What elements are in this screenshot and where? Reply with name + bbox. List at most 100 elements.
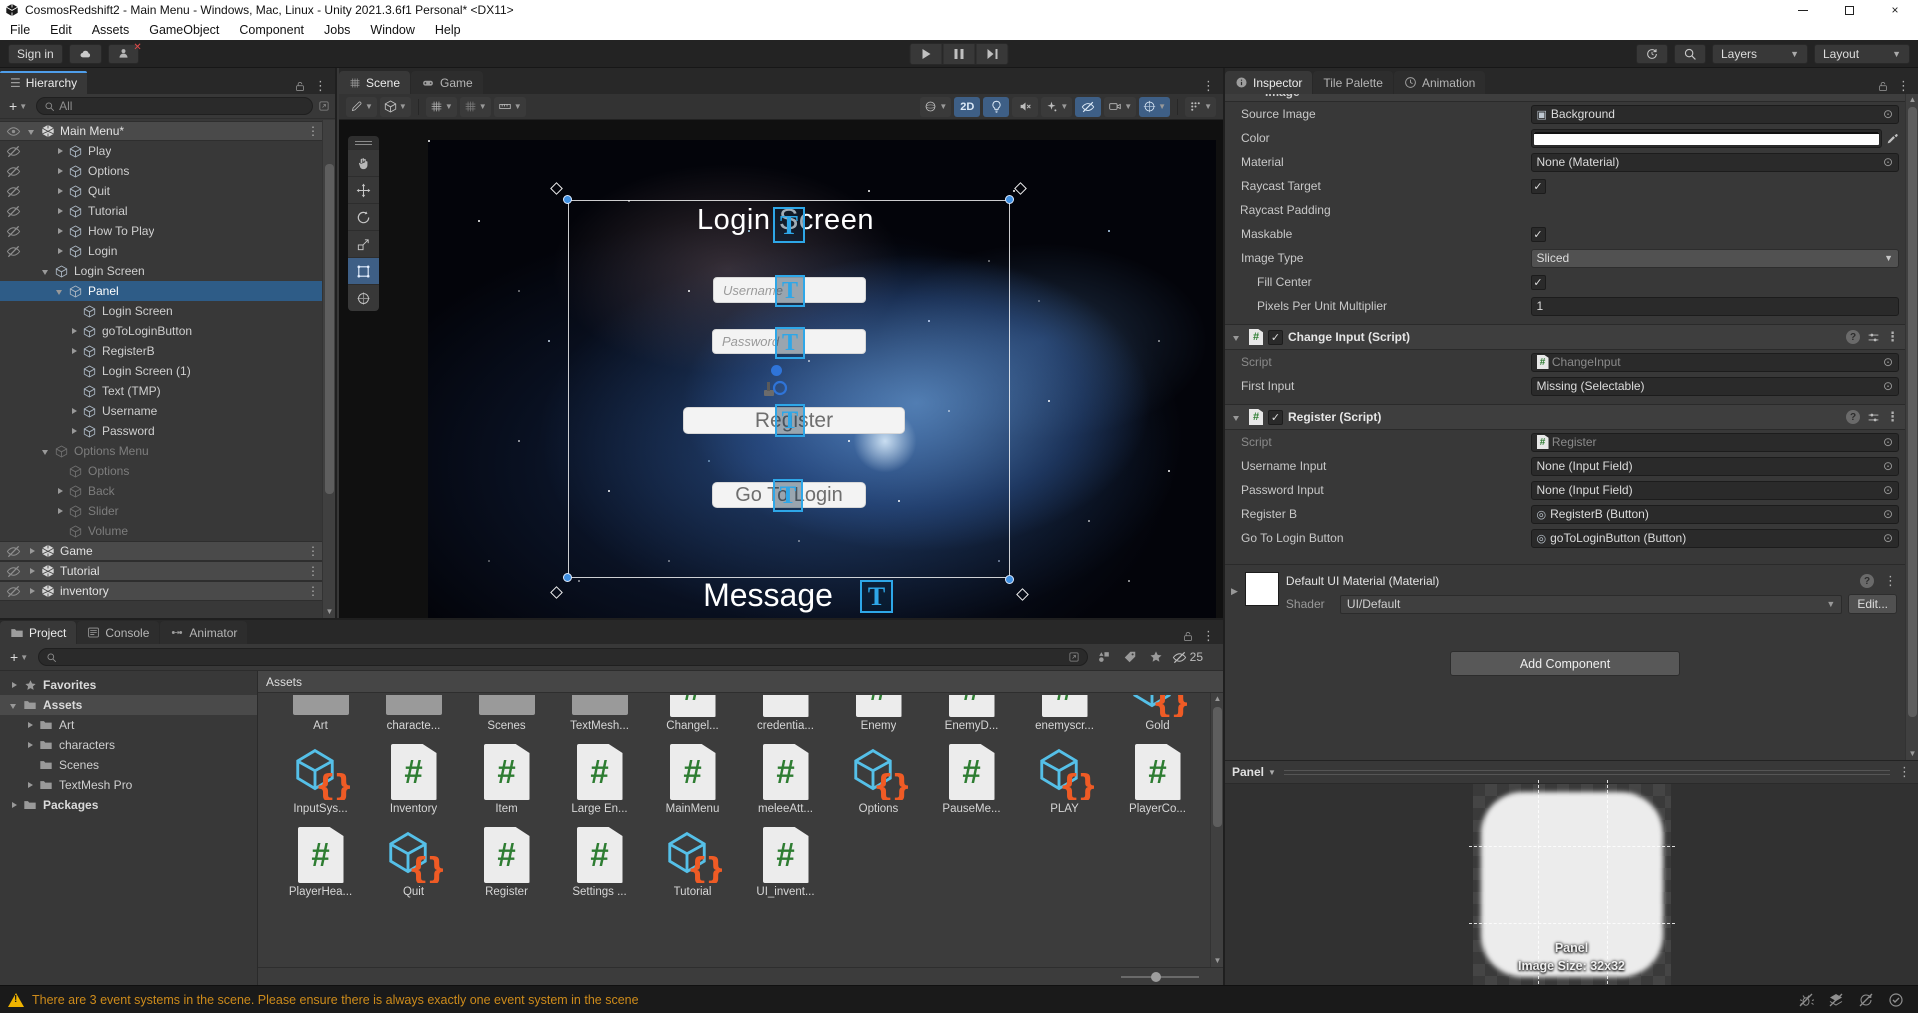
asset-item-large-en[interactable]: # Large En...	[553, 742, 646, 815]
project-search-input[interactable]	[38, 648, 1088, 666]
object-field[interactable]: # ChangeInput ⊙	[1530, 352, 1899, 372]
asset-item-settings[interactable]: # Settings ...	[553, 825, 646, 898]
kebab-menu-icon[interactable]: ⋮	[1202, 78, 1215, 94]
foldout-arrow[interactable]	[8, 699, 21, 712]
component-header[interactable]: # ✓ Change Input (Script) ? ⋮	[1225, 325, 1905, 350]
hierarchy-item-slider[interactable]: Slider	[0, 501, 335, 521]
cloud-button[interactable]	[68, 43, 102, 64]
foldout-arrow[interactable]	[8, 799, 21, 812]
kebab-menu-icon[interactable]: ⋮	[1898, 764, 1911, 780]
asset-item-options[interactable]: {} Options	[832, 742, 925, 815]
project-tree-item-art[interactable]: Art	[0, 715, 257, 735]
rotate-handle-icon[interactable]	[1016, 588, 1029, 601]
asset-item-play[interactable]: {} PLAY	[1018, 742, 1111, 815]
maximize-button[interactable]	[1826, 0, 1872, 20]
asset-item-meleeatt[interactable]: # meleeAtt...	[739, 742, 832, 815]
menu-help[interactable]: Help	[425, 23, 471, 37]
grid-snap-dropdown[interactable]: ▼	[459, 96, 491, 117]
snap-increment-dropdown[interactable]: ▼	[493, 96, 526, 117]
shader-dropdown[interactable]: UI/Default ▼	[1339, 594, 1843, 614]
object-picker-icon[interactable]: ⊙	[1883, 107, 1893, 121]
object-field[interactable]: Missing (Selectable) ⊙	[1530, 376, 1899, 396]
kebab-menu-icon[interactable]: ⋮	[307, 584, 319, 598]
sign-in-button[interactable]: Sign in	[8, 43, 63, 64]
menu-gameobject[interactable]: GameObject	[139, 23, 229, 37]
draw-mode-dropdown[interactable]: ▼	[346, 96, 377, 117]
menu-edit[interactable]: Edit	[40, 23, 82, 37]
component-header[interactable]: # ✓ Register (Script) ? ⋮	[1225, 405, 1905, 430]
search-by-label-icon[interactable]	[1120, 650, 1140, 664]
lock-icon[interactable]	[1877, 80, 1889, 93]
asset-item-gold[interactable]: {} Gold	[1111, 695, 1204, 732]
collab-services-button[interactable]: ✕	[107, 42, 142, 64]
object-field[interactable]: ◎ goToLoginButton (Button) ⊙	[1530, 528, 1899, 548]
kebab-menu-icon[interactable]: ⋮	[1202, 628, 1215, 644]
component-enabled-checkbox[interactable]: ✓	[1268, 329, 1283, 345]
asset-item-art[interactable]: Art	[274, 695, 367, 732]
asset-item-changel[interactable]: # Changel...	[646, 695, 739, 732]
hierarchy-item-play[interactable]: Play	[0, 141, 335, 161]
thumbnail-size-slider[interactable]	[1121, 972, 1199, 982]
help-icon[interactable]: ?	[1846, 330, 1860, 344]
foldout-arrow[interactable]	[26, 125, 39, 138]
object-picker-icon[interactable]: ⊙	[1883, 379, 1893, 393]
object-field[interactable]: None (Material) ⊙	[1530, 152, 1899, 172]
foldout-arrow[interactable]	[54, 145, 67, 158]
foldout-arrow[interactable]	[54, 225, 67, 238]
project-tree-item-textmesh-pro[interactable]: TextMesh Pro	[0, 775, 257, 795]
hierarchy-item-how-to-play[interactable]: How To Play	[0, 221, 335, 241]
create-asset-button[interactable]: + ▼	[6, 649, 32, 665]
tab-project[interactable]: Project	[0, 621, 77, 644]
help-icon[interactable]: ?	[1860, 574, 1874, 588]
asset-item-inventory[interactable]: # Inventory	[367, 742, 460, 815]
hierarchy-item-game[interactable]: Game ⋮	[0, 541, 335, 561]
step-button[interactable]	[975, 42, 1009, 65]
corner-handle[interactable]	[1005, 575, 1014, 584]
foldout-arrow[interactable]	[40, 265, 53, 278]
object-picker-icon[interactable]: ⊙	[1883, 531, 1893, 545]
object-field[interactable]: None (Input Field) ⊙	[1530, 456, 1899, 476]
camera-settings-dropdown[interactable]: ▼	[1104, 96, 1137, 117]
project-tree-item-assets[interactable]: Assets	[0, 695, 257, 715]
rotate-handle-icon[interactable]	[1014, 182, 1027, 195]
asset-item-textmesh[interactable]: TextMesh...	[553, 695, 646, 732]
add-component-button[interactable]: Add Component	[1450, 651, 1680, 676]
kebab-menu-icon[interactable]: ⋮	[1886, 329, 1899, 345]
foldout-arrow[interactable]	[26, 545, 39, 558]
hierarchy-item-gotologinbutton[interactable]: goToLoginButton	[0, 321, 335, 341]
rotate-handle-icon[interactable]	[550, 586, 563, 599]
menu-window[interactable]: Window	[360, 23, 424, 37]
hierarchy-item-main-menu[interactable]: Main Menu* ⋮	[0, 121, 335, 141]
hierarchy-search-input[interactable]: All	[36, 97, 313, 115]
color-field[interactable]	[1530, 128, 1882, 148]
hierarchy-scrollbar[interactable]: ▼	[322, 120, 335, 618]
asset-item-tutorial[interactable]: {} Tutorial	[646, 825, 739, 898]
kebab-menu-icon[interactable]: ⋮	[307, 564, 319, 578]
visibility-off-icon[interactable]	[0, 144, 26, 159]
asset-item-credentia[interactable]: credentia...	[739, 695, 832, 732]
kebab-menu-icon[interactable]: ⋮	[1897, 78, 1910, 94]
foldout-arrow[interactable]	[68, 425, 81, 438]
preview-type-dropdown[interactable]: Panel ▼	[1232, 765, 1276, 779]
tab-scene[interactable]: Scene	[339, 71, 411, 94]
foldout-arrow[interactable]	[1231, 331, 1244, 344]
visibility-off-icon[interactable]	[0, 584, 26, 599]
object-field[interactable]: ▣ Background ⊙	[1530, 104, 1899, 124]
corner-handle[interactable]	[563, 195, 572, 204]
asset-item-mainmenu[interactable]: # MainMenu	[646, 742, 739, 815]
rotate-handle-icon[interactable]	[550, 182, 563, 195]
favorites-star-icon[interactable]	[1146, 650, 1166, 664]
hierarchy-item-registerb[interactable]: RegisterB	[0, 341, 335, 361]
asset-item-enemyd[interactable]: # EnemyD...	[925, 695, 1018, 732]
hierarchy-item-login[interactable]: Login	[0, 241, 335, 261]
hierarchy-item-password[interactable]: Password	[0, 421, 335, 441]
tab-animator[interactable]: Animator	[160, 621, 248, 644]
tab-animation[interactable]: Animation	[1393, 71, 1486, 94]
2d-toggle[interactable]: 2D	[954, 96, 981, 117]
kebab-menu-icon[interactable]: ⋮	[314, 78, 327, 94]
hidden-items-count[interactable]: 25	[1172, 650, 1203, 665]
add-gameobject-button[interactable]: + ▼	[5, 98, 31, 114]
object-field[interactable]: # Register ⊙	[1530, 432, 1899, 452]
asset-item-inputsys[interactable]: {} InputSys...	[274, 742, 367, 815]
layout-dropdown[interactable]: Layout ▼	[1814, 43, 1910, 64]
